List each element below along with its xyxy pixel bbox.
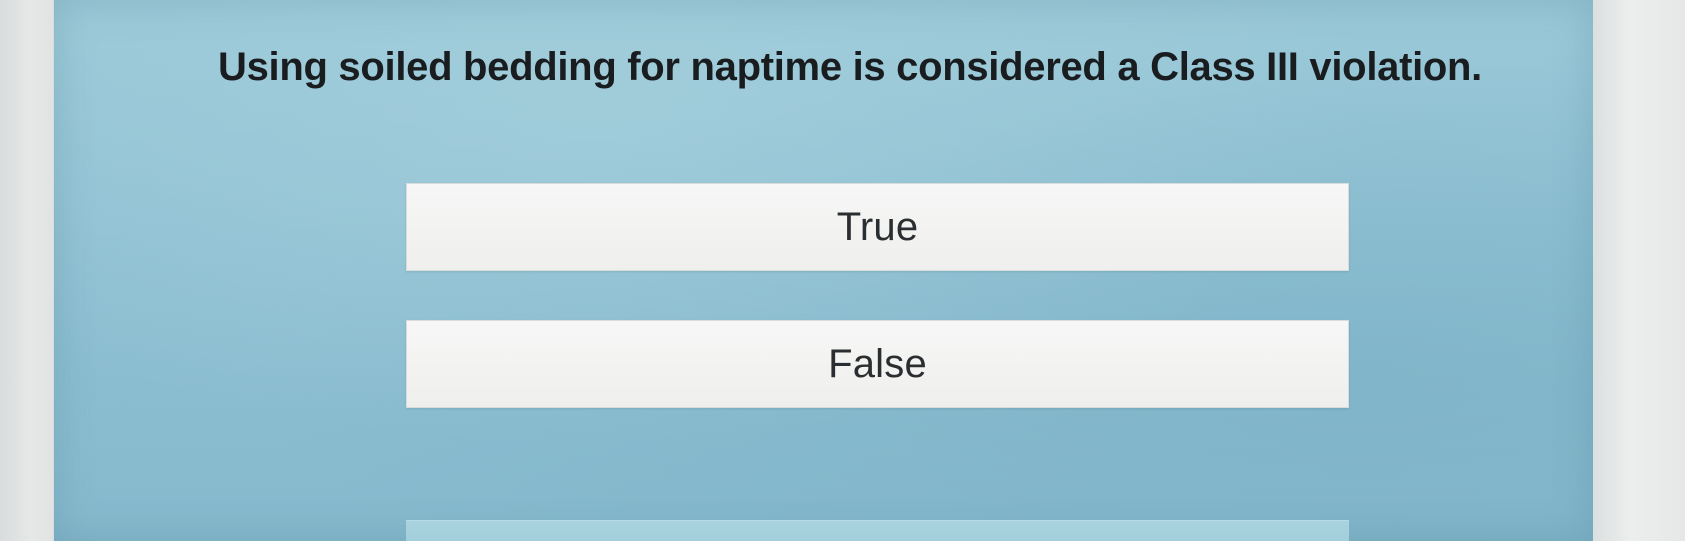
answer-option-label: False <box>828 341 927 386</box>
answer-option-true[interactable]: True <box>406 183 1349 271</box>
answer-option-false[interactable]: False <box>406 320 1349 408</box>
quiz-screen: Using soiled bedding for naptime is cons… <box>54 0 1593 541</box>
question-text: Using soiled bedding for naptime is cons… <box>218 45 1482 89</box>
partially-visible-button[interactable] <box>406 520 1349 541</box>
answer-option-label: True <box>836 204 919 249</box>
